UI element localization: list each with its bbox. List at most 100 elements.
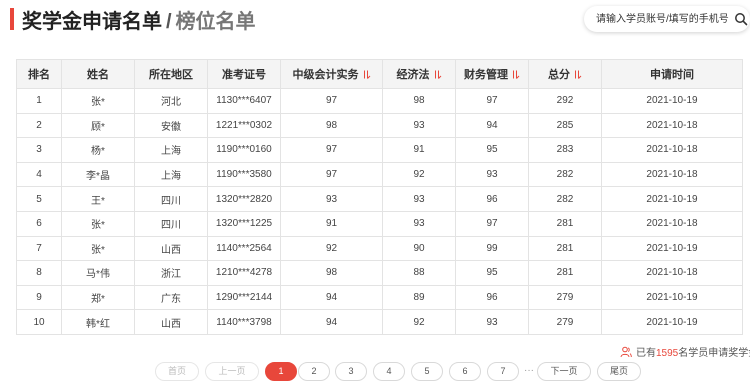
cell-ticket: 1140***3798 <box>207 309 281 335</box>
page-button-6[interactable]: 6 <box>449 362 481 381</box>
next-page-button[interactable]: 下一页 <box>537 362 591 381</box>
page-button-3[interactable]: 3 <box>335 362 367 381</box>
cell-date: 2021-10-19 <box>601 88 743 114</box>
col-header-total[interactable]: 总分 <box>528 59 602 89</box>
sort-icon[interactable] <box>511 70 520 79</box>
col-header-region: 所在地区 <box>134 59 208 89</box>
cell-rank: 6 <box>16 210 62 237</box>
cell-law: 98 <box>382 88 456 114</box>
cell-law: 88 <box>382 260 456 286</box>
table-row: 10 韩*红 山西 1140***3798 94 92 93 279 2021-10-19 <box>16 309 743 335</box>
table-body: 1 张* 河北 1130***6407 97 98 97 292 2021-10-19 2 顾* 安… <box>16 88 743 335</box>
page-button-4[interactable]: 4 <box>373 362 405 381</box>
title-accent-bar <box>10 8 14 30</box>
cell-ticket: 1290***2144 <box>207 284 281 311</box>
search-input[interactable] <box>596 10 736 28</box>
cell-total: 282 <box>528 186 602 212</box>
cell-ticket: 1140***2564 <box>207 235 281 262</box>
cell-accounting: 98 <box>280 112 383 139</box>
cell-name: 韩*红 <box>61 309 135 335</box>
cell-accounting: 97 <box>280 88 383 114</box>
cell-rank: 7 <box>16 235 62 262</box>
page-title: 奖学金申请名单 / 榜位名单 <box>22 5 256 34</box>
cell-region: 四川 <box>134 210 208 237</box>
cell-date: 2021-10-19 <box>601 235 743 262</box>
cell-date: 2021-10-18 <box>601 112 743 139</box>
page-button-2[interactable]: 2 <box>298 362 330 381</box>
page-button-1[interactable]: 1 <box>265 362 297 381</box>
col-header-date: 申请时间 <box>601 59 743 89</box>
cell-rank: 2 <box>16 112 62 139</box>
title-main: 奖学金申请名单 <box>22 11 162 33</box>
cell-total: 279 <box>528 309 602 335</box>
cell-law: 92 <box>382 161 456 188</box>
table-header-row: 排名 姓名 所在地区 准考证号 中级会计实务 经济法 财务管理 总分 申请时间 <box>16 59 743 89</box>
cell-name: 杨* <box>61 137 135 163</box>
cell-finance: 97 <box>455 210 529 237</box>
col-header-ticket: 准考证号 <box>207 59 281 89</box>
cell-total: 282 <box>528 161 602 188</box>
cell-law: 91 <box>382 137 456 163</box>
pagination-ellipsis: ··· <box>524 365 534 376</box>
cell-law: 90 <box>382 235 456 262</box>
col-header-law[interactable]: 经济法 <box>382 59 456 89</box>
cell-law: 93 <box>382 210 456 237</box>
cell-date: 2021-10-19 <box>601 186 743 212</box>
sort-icon[interactable] <box>573 70 582 79</box>
search-box[interactable] <box>584 6 750 32</box>
cell-name: 郑* <box>61 284 135 311</box>
page-button-5[interactable]: 5 <box>411 362 443 381</box>
title-separator: / <box>166 11 172 33</box>
cell-date: 2021-10-18 <box>601 161 743 188</box>
cell-region: 浙江 <box>134 260 208 286</box>
table-row: 1 张* 河北 1130***6407 97 98 97 292 2021-10-19 <box>16 88 743 114</box>
cell-ticket: 1130***6407 <box>207 88 281 114</box>
prev-page-button[interactable]: 上一页 <box>205 362 259 381</box>
cell-rank: 3 <box>16 137 62 163</box>
cell-accounting: 98 <box>280 260 383 286</box>
table-row: 3 杨* 上海 1190***0160 97 91 95 283 2021-10-18 <box>16 137 743 163</box>
table-row: 2 顾* 安徽 1221***0302 98 93 94 285 2021-10-18 <box>16 112 743 139</box>
cell-accounting: 94 <box>280 284 383 311</box>
cell-total: 281 <box>528 235 602 262</box>
applicant-count: 1595 <box>656 348 679 359</box>
cell-name: 张* <box>61 235 135 262</box>
applicant-prefix: 已有 <box>636 348 656 359</box>
search-icon[interactable] <box>734 12 748 26</box>
cell-date: 2021-10-19 <box>601 309 743 335</box>
cell-law: 92 <box>382 309 456 335</box>
cell-name: 李*晶 <box>61 161 135 188</box>
last-page-button[interactable]: 尾页 <box>597 362 641 381</box>
sort-icon[interactable] <box>433 70 442 79</box>
cell-region: 上海 <box>134 161 208 188</box>
col-header-finance[interactable]: 财务管理 <box>455 59 529 89</box>
cell-date: 2021-10-18 <box>601 210 743 237</box>
users-icon <box>620 346 632 358</box>
cell-finance: 97 <box>455 88 529 114</box>
cell-law: 93 <box>382 112 456 139</box>
cell-rank: 4 <box>16 161 62 188</box>
cell-total: 285 <box>528 112 602 139</box>
cell-name: 王* <box>61 186 135 212</box>
col-header-accounting[interactable]: 中级会计实务 <box>280 59 383 89</box>
cell-name: 顾* <box>61 112 135 139</box>
page-button-7[interactable]: 7 <box>487 362 519 381</box>
cell-rank: 1 <box>16 88 62 114</box>
cell-accounting: 91 <box>280 210 383 237</box>
first-page-button[interactable]: 首页 <box>155 362 199 381</box>
cell-law: 93 <box>382 186 456 212</box>
cell-date: 2021-10-19 <box>601 284 743 311</box>
cell-region: 山西 <box>134 309 208 335</box>
cell-law: 89 <box>382 284 456 311</box>
applicant-suffix: 名学员申请奖学金 <box>678 348 750 359</box>
sort-icon[interactable] <box>362 70 371 79</box>
cell-ticket: 1320***1225 <box>207 210 281 237</box>
cell-name: 马*伟 <box>61 260 135 286</box>
col-header-rank: 排名 <box>16 59 62 89</box>
table-row: 4 李*晶 上海 1190***3580 97 92 93 282 2021-10-18 <box>16 161 743 188</box>
cell-total: 281 <box>528 260 602 286</box>
cell-total: 292 <box>528 88 602 114</box>
cell-name: 张* <box>61 210 135 237</box>
title-subtitle: 榜位名单 <box>175 11 256 33</box>
table-row: 7 张* 山西 1140***2564 92 90 99 281 2021-10-19 <box>16 235 743 262</box>
